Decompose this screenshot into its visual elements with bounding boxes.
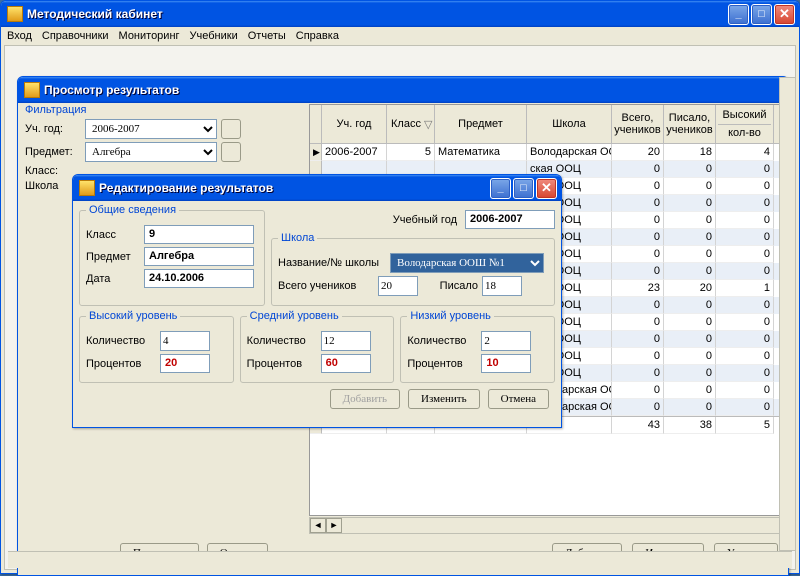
- mid-pct-label: Процентов: [247, 358, 317, 370]
- mid-count-input[interactable]: [321, 331, 371, 351]
- low-pct-label: Процентов: [407, 358, 477, 370]
- mdi-vscrollbar[interactable]: [779, 77, 796, 551]
- year-label: Учебный год: [393, 214, 457, 226]
- edit-dialog-title: Редактирование результатов: [99, 181, 490, 195]
- results-title: Просмотр результатов: [44, 83, 784, 97]
- school-group: Школа Название/№ школы Володарская ООШ №…: [271, 232, 555, 306]
- mid-group: Средний уровень Количество Процентов 60: [240, 310, 395, 383]
- minimize-icon[interactable]: _: [490, 178, 511, 199]
- grid-col-class[interactable]: Класс ▽: [387, 105, 435, 143]
- grid-col-total[interactable]: Всего, учеников: [612, 105, 664, 143]
- menu-item[interactable]: Справка: [296, 30, 339, 42]
- high-count-label: Количество: [86, 335, 156, 347]
- high-count-input[interactable]: [160, 331, 210, 351]
- filter-group-label: Фильтрация: [25, 104, 295, 116]
- general-group: Общие сведения Класс 9 Предмет Алгебра Дат…: [79, 204, 265, 306]
- mid-count-label: Количество: [247, 335, 317, 347]
- mid-group-label: Средний уровень: [247, 310, 342, 322]
- scroll-right-icon[interactable]: ►: [326, 518, 342, 533]
- app-icon: [7, 6, 23, 22]
- mid-pct-value: 60: [321, 354, 371, 373]
- wrote-input[interactable]: [482, 276, 522, 296]
- total-input[interactable]: [378, 276, 418, 296]
- low-group: Низкий уровень Количество Процентов 10: [400, 310, 555, 383]
- general-group-label: Общие сведения: [86, 204, 179, 216]
- grid-high-sum: 5: [716, 417, 774, 434]
- filter-year-select[interactable]: 2006-2007: [85, 119, 217, 139]
- table-row[interactable]: ▶2006-20075МатематикаВолодарская ООЦ2018…: [310, 144, 784, 161]
- year-value: 2006-2007: [465, 210, 555, 229]
- close-icon[interactable]: ✕: [536, 178, 557, 199]
- results-titlebar[interactable]: Просмотр результатов: [18, 77, 788, 103]
- grid-total-sum: 43: [612, 417, 664, 434]
- class-value: 9: [144, 225, 254, 244]
- school-select[interactable]: Володарская ООШ №1: [390, 253, 544, 273]
- grid-header: Уч. год Класс ▽ Предмет Школа Всего, уче…: [310, 105, 784, 144]
- grid-col-school[interactable]: Школа: [527, 105, 612, 143]
- low-count-label: Количество: [407, 335, 477, 347]
- subject-label: Предмет: [86, 251, 140, 263]
- wrote-label: Писало: [422, 280, 478, 292]
- grid-wrote-sum: 38: [664, 417, 716, 434]
- grid-col-year[interactable]: Уч. год: [322, 105, 387, 143]
- menu-item[interactable]: Справочники: [42, 30, 109, 42]
- edit-dialog: Редактирование результатов _ □ ✕ Общие с…: [72, 174, 562, 428]
- main-titlebar[interactable]: Методический кабинет _ □ ✕: [1, 1, 799, 27]
- maximize-icon[interactable]: □: [751, 4, 772, 25]
- edit-dialog-titlebar[interactable]: Редактирование результатов _ □ ✕: [73, 175, 561, 201]
- high-pct-label: Процентов: [86, 358, 156, 370]
- maximize-icon[interactable]: □: [513, 178, 534, 199]
- scroll-left-icon[interactable]: ◄: [310, 518, 326, 533]
- main-title: Методический кабинет: [27, 7, 728, 21]
- high-pct-value: 20: [160, 354, 210, 373]
- menu-item[interactable]: Мониторинг: [119, 30, 180, 42]
- filter-year-extra-button[interactable]: [221, 119, 241, 139]
- date-value: 24.10.2006: [144, 269, 254, 288]
- minimize-icon[interactable]: _: [728, 4, 749, 25]
- sort-icon: ▽: [424, 118, 432, 131]
- dialog-add-button[interactable]: Добавить: [330, 389, 400, 409]
- filter-subject-select[interactable]: Алгебра: [85, 142, 217, 162]
- school-group-label: Школа: [278, 232, 317, 244]
- high-group-label: Высокий уровень: [86, 310, 180, 322]
- menu-item[interactable]: Отчеты: [248, 30, 286, 42]
- grid-col-high[interactable]: Высокийкол-во: [716, 105, 774, 143]
- filter-year-label: Уч. год:: [25, 123, 81, 135]
- close-icon[interactable]: ✕: [774, 4, 795, 25]
- filter-subject-extra-button[interactable]: [221, 142, 241, 162]
- filter-subject-label: Предмет:: [25, 146, 81, 158]
- main-menubar: Вход Справочники Мониторинг Учебники Отч…: [1, 27, 799, 45]
- total-label: Всего учеников: [278, 280, 374, 292]
- school-name-label: Название/№ школы: [278, 257, 386, 269]
- menu-item[interactable]: Вход: [7, 30, 32, 42]
- low-pct-value: 10: [481, 354, 531, 373]
- low-group-label: Низкий уровень: [407, 310, 494, 322]
- grid-indicator-header: [310, 105, 322, 143]
- mdi-hscrollbar[interactable]: [8, 551, 792, 568]
- dialog-edit-button[interactable]: Изменить: [408, 389, 480, 409]
- dialog-cancel-button[interactable]: Отмена: [488, 389, 549, 409]
- app-icon: [24, 82, 40, 98]
- date-label: Дата: [86, 273, 140, 285]
- grid-hscrollbar[interactable]: ◄ ►: [309, 517, 785, 534]
- app-icon: [79, 180, 95, 196]
- high-group: Высокий уровень Количество Процентов 20: [79, 310, 234, 383]
- low-count-input[interactable]: [481, 331, 531, 351]
- grid-col-wrote[interactable]: Писало, учеников: [664, 105, 716, 143]
- class-label: Класс: [86, 229, 140, 241]
- subject-value: Алгебра: [144, 247, 254, 266]
- menu-item[interactable]: Учебники: [190, 30, 238, 42]
- grid-col-subject[interactable]: Предмет: [435, 105, 527, 143]
